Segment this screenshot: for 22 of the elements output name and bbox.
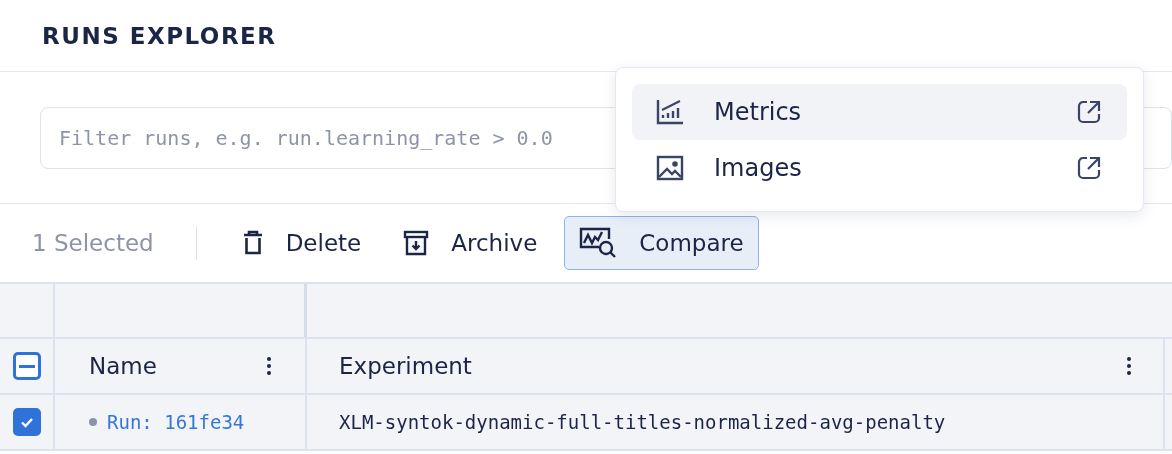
select-all-checkbox[interactable]	[12, 352, 41, 380]
run-link[interactable]: Run: 161fe34	[107, 411, 245, 433]
metrics-menu-item[interactable]: Metrics	[632, 84, 1127, 140]
status-dot	[89, 418, 97, 426]
trash-icon	[241, 230, 264, 256]
bar-chart-icon	[656, 99, 684, 125]
column-header: Experiment	[339, 353, 472, 379]
page-title: RUNS EXPLORER	[42, 22, 277, 49]
image-icon	[656, 155, 684, 181]
selection-count: 1 Selected	[32, 230, 154, 256]
column-header: Name	[89, 353, 157, 379]
archive-button[interactable]: Archive	[388, 216, 553, 270]
compare-button[interactable]: Compare	[564, 216, 759, 270]
chart-search-icon	[579, 227, 618, 259]
column-menu-icon[interactable]	[1127, 357, 1131, 375]
row-checkbox[interactable]	[12, 408, 41, 436]
column-menu-icon[interactable]	[267, 357, 271, 375]
table-cell: XLM-syntok-dynamic-full-titles-normalized-avg-penalty	[339, 411, 946, 433]
external-link-icon	[1077, 156, 1101, 180]
archive-icon	[403, 230, 430, 256]
delete-button[interactable]: Delete	[226, 216, 377, 270]
external-link-icon	[1077, 100, 1101, 124]
